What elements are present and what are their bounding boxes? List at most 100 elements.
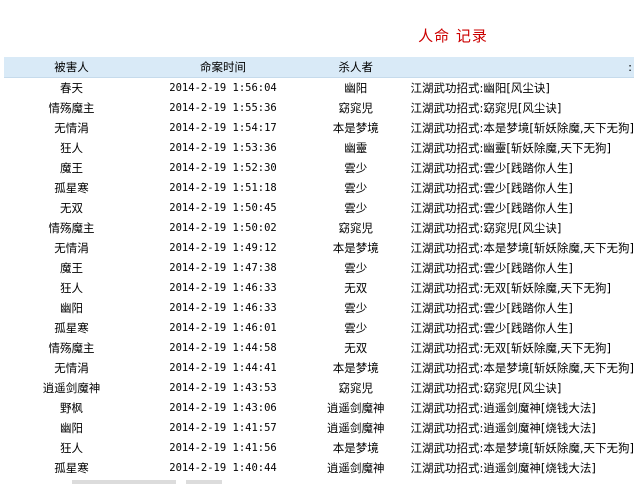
cell-victim: 野枫 [59,401,83,415]
cell-move: 江湖武功招式:幽阳[风尘诀] [410,81,550,95]
cell-time: 2014-2-19 1:46:33 [169,282,277,294]
cell-move: 江湖武功招式:逍遥剑魔神[烧钱大法] [410,421,596,435]
cell-killer: 无双 [344,281,368,295]
cell-victim: 幽阳 [59,421,83,435]
cell-victim: 孤星寒 [54,461,89,475]
cell-victim: 魔王 [59,261,83,275]
cell-move: 江湖武功招式:本是梦境[斩妖除魔,天下无狗] [410,441,634,455]
table-row: 无情涓 2014-2-19 1:44:41 本是梦境 江湖武功招式:本是梦境[斩妖除魔… [4,358,634,378]
table-row: 春天 2014-2-19 1:56:04 幽阳 江湖武功招式:幽阳[风尘诀] [4,78,634,99]
cell-move: 江湖武功招式:窈窕児[风尘诀] [410,381,562,395]
table-row: 情殇魔主 2014-2-19 1:50:02 窈窕児 江湖武功招式:窈窕児[风尘诀] [4,218,634,238]
cell-victim: 无情涓 [54,361,89,375]
cell-move: 江湖武功招式:逍遥剑魔神[烧钱大法] [410,401,596,415]
cell-time: 2014-2-19 1:43:53 [169,382,277,394]
cell-time: 2014-2-19 1:40:44 [169,462,277,474]
cell-victim: 幽阳 [59,301,83,315]
cell-move: 江湖武功招式:雲少[践踏你人生] [410,161,573,175]
cell-time: 2014-2-19 1:47:38 [169,262,277,274]
cell-move: 江湖武功招式:雲少[践踏你人生] [410,201,573,215]
table-row: 情殇魔主 2014-2-19 1:44:58 无双 江湖武功招式:无双[斩妖除魔,天下… [4,338,634,358]
cell-victim: 情殇魔主 [48,101,95,115]
column-header-killer: 杀人者 [307,56,405,78]
cell-time: 2014-2-19 1:52:30 [169,162,277,174]
cell-victim: 无情涓 [54,121,89,135]
cell-time: 2014-2-19 1:50:02 [169,222,277,234]
cell-killer: 本是梦境 [332,241,379,255]
cell-time: 2014-2-19 1:55:36 [169,102,277,114]
cell-move: 江湖武功招式:幽靈[斩妖除魔,天下无狗] [410,141,611,155]
cell-time: 2014-2-19 1:41:56 [169,442,277,454]
cell-move: 江湖武功招式:雲少[践踏你人生] [410,261,573,275]
cell-time: 2014-2-19 1:51:18 [169,182,277,194]
table-row: 情殇魔主 2014-2-19 1:55:36 窈窕児 江湖武功招式:窈窕児[风尘诀] [4,98,634,118]
page-title: 人命 记录 [418,27,488,45]
cell-move: 江湖武功招式:本是梦境[斩妖除魔,天下无狗] [410,241,634,255]
bottom-control-stub [186,480,222,484]
kill-log-body: 春天 2014-2-19 1:56:04 幽阳 江湖武功招式:幽阳[风尘诀] 情殇魔主 2… [4,78,634,479]
cell-time: 2014-2-19 1:53:36 [169,142,277,154]
table-row: 魔王 2014-2-19 1:47:38 雲少 江湖武功招式:雲少[践踏你人生] [4,258,634,278]
cell-killer: 雲少 [344,261,368,275]
table-row: 孤星寒 2014-2-19 1:46:01 雲少 江湖武功招式:雲少[践踏你人生] [4,318,634,338]
table-row: 狂人 2014-2-19 1:46:33 无双 江湖武功招式:无双[斩妖除魔,天下无狗… [4,278,634,298]
table-row: 孤星寒 2014-2-19 1:40:44 逍遥剑魔神 江湖武功招式:逍遥剑魔神[烧钱… [4,458,634,478]
table-row: 无情涓 2014-2-19 1:54:17 本是梦境 江湖武功招式:本是梦境[斩妖除魔… [4,118,634,138]
cell-move: 江湖武功招式:无双[斩妖除魔,天下无狗] [410,341,611,355]
cell-time: 2014-2-19 1:43:06 [169,402,277,414]
cell-time: 2014-2-19 1:56:04 [169,82,277,94]
cell-killer: 无双 [344,341,368,355]
cell-killer: 雲少 [344,201,368,215]
cell-killer: 逍遥剑魔神 [327,421,385,435]
cell-move: 江湖武功招式:本是梦境[斩妖除魔,天下无狗] [410,361,634,375]
kill-log-header: 被害人 命案时间 杀人者 : [4,56,634,78]
cell-victim: 无情涓 [54,241,89,255]
cell-victim: 狂人 [59,441,83,455]
header-row: 被害人 命案时间 杀人者 : [4,56,634,78]
cell-time: 2014-2-19 1:44:58 [169,342,277,354]
cell-killer: 雲少 [344,301,368,315]
table-row: 魔王 2014-2-19 1:52:30 雲少 江湖武功招式:雲少[践踏你人生] [4,158,634,178]
cell-move: 江湖武功招式:雲少[践踏你人生] [410,181,573,195]
cell-killer: 本是梦境 [332,361,379,375]
cell-victim: 逍遥剑魔神 [42,381,101,395]
table-row: 无双 2014-2-19 1:50:45 雲少 江湖武功招式:雲少[践踏你人生] [4,198,634,218]
cell-victim: 无双 [59,201,83,215]
cell-killer: 雲少 [344,321,368,335]
cell-victim: 情殇魔主 [48,341,95,355]
cell-killer: 逍遥剑魔神 [327,461,385,475]
cell-move: 江湖武功招式:窈窕児[风尘诀] [410,101,562,115]
cell-victim: 狂人 [59,281,83,295]
cell-victim: 情殇魔主 [48,221,95,235]
table-row: 幽阳 2014-2-19 1:41:57 逍遥剑魔神 江湖武功招式:逍遥剑魔神[烧钱大… [4,418,634,438]
cell-victim: 狂人 [59,141,83,155]
cell-time: 2014-2-19 1:46:33 [169,302,277,314]
cell-killer: 雲少 [344,161,368,175]
cell-victim: 魔王 [59,161,83,175]
cell-time: 2014-2-19 1:49:12 [169,242,277,254]
cell-time: 2014-2-19 1:41:57 [169,422,277,434]
column-header-time: 命案时间 [138,56,308,78]
cell-victim: 春天 [59,81,83,95]
cell-killer: 本是梦境 [332,441,379,455]
table-row: 幽阳 2014-2-19 1:46:33 雲少 江湖武功招式:雲少[践踏你人生] [4,298,634,318]
bottom-control-stub [72,480,176,484]
cell-killer: 本是梦境 [332,121,379,135]
cell-time: 2014-2-19 1:50:45 [169,202,277,214]
cell-killer: 窈窕児 [338,381,374,395]
table-row: 孤星寒 2014-2-19 1:51:18 雲少 江湖武功招式:雲少[践踏你人生] [4,178,634,198]
cell-killer: 雲少 [344,181,368,195]
cell-killer: 幽靈 [344,141,368,155]
column-header-victim: 被害人 [4,56,139,78]
cell-killer: 窈窕児 [338,221,374,235]
cell-time: 2014-2-19 1:54:17 [169,122,277,134]
table-row: 狂人 2014-2-19 1:41:56 本是梦境 江湖武功招式:本是梦境[斩妖除魔,… [4,438,634,458]
cell-time: 2014-2-19 1:44:41 [169,362,277,374]
cell-time: 2014-2-19 1:46:01 [169,322,277,334]
cell-victim: 孤星寒 [54,181,89,195]
cell-killer: 幽阳 [344,81,368,95]
cell-victim: 孤星寒 [54,321,89,335]
column-header-move-marker: : [404,56,634,78]
cell-move: 江湖武功招式:本是梦境[斩妖除魔,天下无狗] [410,121,634,135]
cell-move: 江湖武功招式:雲少[践踏你人生] [410,321,573,335]
